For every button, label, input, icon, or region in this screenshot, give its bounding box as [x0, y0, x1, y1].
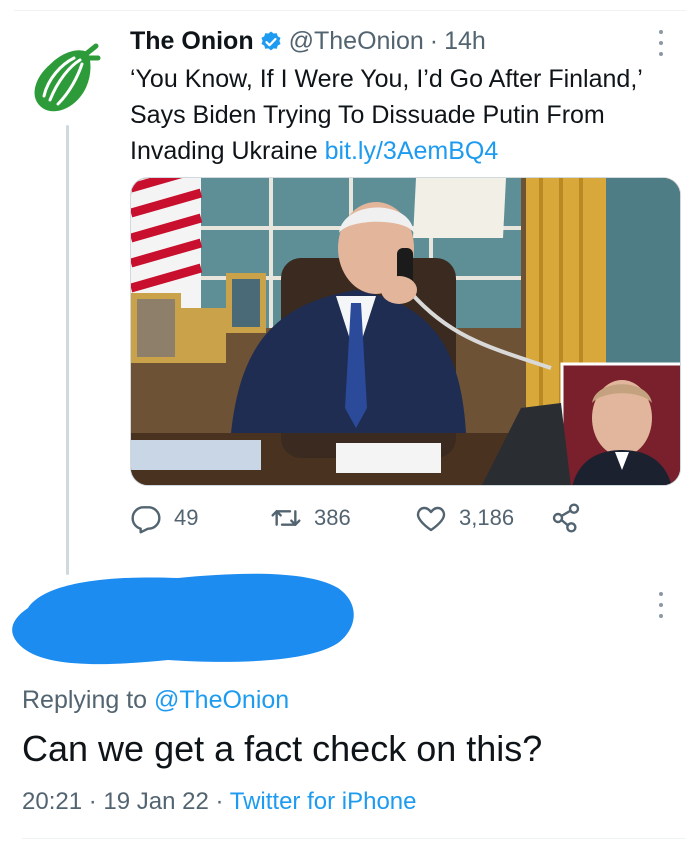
reply-count: 49	[174, 505, 199, 530]
verified-badge-icon	[259, 30, 283, 54]
reply-meta: 20:21 · 19 Jan 22 · Twitter for iPhone	[22, 788, 416, 816]
separator: ·	[429, 27, 439, 55]
more-icon[interactable]	[657, 592, 665, 618]
top-divider	[14, 10, 686, 11]
tweet-header: The Onion @TheOnion · 14h	[130, 27, 486, 56]
onion-logo-icon	[34, 43, 101, 112]
like-button[interactable]: 3,186	[415, 502, 514, 534]
meta-separator: ·	[215, 788, 224, 815]
like-icon	[416, 506, 446, 532]
reply-button[interactable]: 49	[130, 502, 198, 534]
more-icon[interactable]	[657, 30, 665, 56]
bottom-divider	[22, 838, 686, 839]
reply-date[interactable]: 19 Jan 22	[103, 788, 208, 815]
tweet-link[interactable]: bit.ly/3AemBQ4	[325, 137, 499, 165]
reply-source[interactable]: Twitter for iPhone	[230, 788, 417, 815]
tweet-time[interactable]: 14h	[444, 27, 486, 56]
meta-separator: ·	[88, 788, 97, 815]
tweet-actions: 49 386 3,186	[130, 502, 600, 538]
office-photo	[131, 178, 680, 485]
handle[interactable]: @TheOnion	[289, 27, 424, 56]
reply-time[interactable]: 20:21	[22, 788, 82, 815]
thread-line	[66, 125, 69, 575]
like-count: 3,186	[459, 505, 515, 530]
retweet-count: 386	[314, 505, 351, 530]
tweet-media-image[interactable]	[130, 177, 681, 486]
tweet-text: ‘You Know, If I Were You, I’d Go After F…	[130, 61, 690, 169]
replying-mention[interactable]: @TheOnion	[154, 686, 289, 714]
avatar[interactable]	[22, 40, 102, 120]
display-name[interactable]: The Onion	[130, 27, 254, 56]
share-icon	[552, 503, 580, 533]
replying-label: Replying to	[22, 686, 148, 714]
retweet-icon	[271, 510, 301, 526]
reply-icon	[131, 506, 161, 534]
redacted-user	[8, 568, 358, 668]
replying-to: Replying to @TheOnion	[22, 686, 289, 715]
share-button[interactable]	[550, 502, 594, 534]
retweet-button[interactable]: 386	[270, 502, 351, 534]
reply-text: Can we get a fact check on this?	[22, 728, 543, 769]
